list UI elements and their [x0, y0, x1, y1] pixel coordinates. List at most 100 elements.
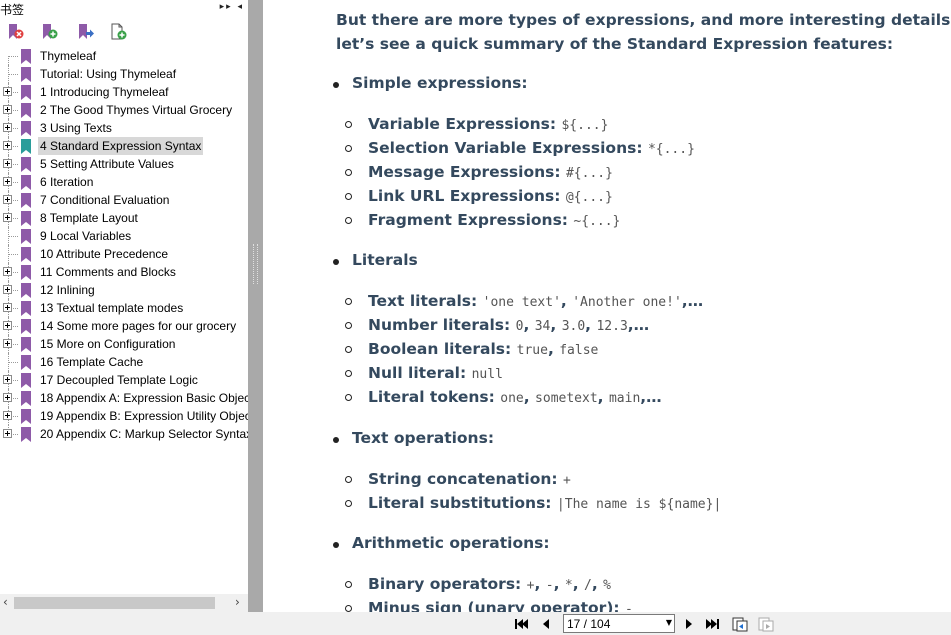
bookmarks-horizontal-scrollbar[interactable]: ‹ › — [0, 594, 248, 612]
expand-icon[interactable] — [3, 159, 12, 168]
next-page-icon[interactable] — [680, 615, 698, 633]
bookmark-icon — [20, 85, 32, 101]
go-forward-view-icon[interactable] — [757, 615, 775, 633]
expand-icon[interactable] — [3, 123, 12, 132]
bookmark-label[interactable]: 2 The Good Thymes Virtual Grocery — [38, 101, 234, 119]
bookmark-item[interactable]: 1 Introducing Thymeleaf — [0, 83, 248, 101]
bookmark-label[interactable]: 18 Appendix A: Expression Basic Objects — [38, 389, 248, 407]
bookmark-label[interactable]: 4 Standard Expression Syntax — [38, 137, 204, 155]
expression-item: Fragment Expressions: ~{...} — [368, 211, 620, 229]
scroll-left-arrow-icon[interactable]: ‹ — [3, 595, 8, 609]
bookmark-item[interactable]: 20 Appendix C: Markup Selector Syntax — [0, 425, 248, 443]
expand-icon[interactable] — [3, 429, 12, 438]
bookmark-label[interactable]: 5 Setting Attribute Values — [38, 155, 176, 173]
expression-item: String concatenation: + — [368, 470, 571, 488]
bookmark-item[interactable]: 2 The Good Thymes Virtual Grocery — [0, 101, 248, 119]
bookmark-label[interactable]: 7 Conditional Evaluation — [38, 191, 171, 209]
bookmark-label[interactable]: 19 Appendix B: Expression Utility Object… — [38, 407, 248, 425]
bookmark-item[interactable]: 8 Template Layout — [0, 209, 248, 227]
bookmark-label[interactable]: 10 Attribute Precedence — [38, 245, 170, 263]
expand-icon[interactable] — [3, 339, 12, 348]
bookmark-item[interactable]: 5 Setting Attribute Values — [0, 155, 248, 173]
code-snippet: 34 — [534, 319, 551, 334]
bookmark-item[interactable]: 10 Attribute Precedence — [0, 245, 248, 263]
expand-icon[interactable] — [3, 303, 12, 312]
chevron-down-icon[interactable]: ▼ — [666, 618, 672, 627]
bookmark-goto-icon[interactable] — [76, 22, 96, 42]
separator-text: , — [597, 388, 609, 406]
bookmark-add-icon[interactable] — [40, 22, 60, 42]
go-back-view-icon[interactable] — [731, 615, 749, 633]
expression-item: Literal tokens: one, sometext, main,… — [368, 388, 662, 406]
bookmark-item[interactable]: Tutorial: Using Thymeleaf — [0, 65, 248, 83]
expand-icon[interactable] — [3, 375, 12, 384]
item-bullet — [345, 217, 352, 224]
expand-icon[interactable] — [3, 285, 12, 294]
bookmark-item[interactable]: 12 Inlining — [0, 281, 248, 299]
last-page-icon[interactable] — [704, 615, 722, 633]
bookmark-label[interactable]: 9 Local Variables — [38, 227, 133, 245]
bookmark-label[interactable]: Tutorial: Using Thymeleaf — [38, 65, 178, 83]
bookmark-item[interactable]: 4 Standard Expression Syntax — [0, 137, 248, 155]
bookmark-label[interactable]: 1 Introducing Thymeleaf — [38, 83, 171, 101]
expression-label: Message Expressions: — [368, 163, 561, 181]
code-snippet: + — [563, 473, 571, 488]
bookmark-item[interactable]: 18 Appendix A: Expression Basic Objects — [0, 389, 248, 407]
bookmark-item[interactable]: 17 Decoupled Template Logic — [0, 371, 248, 389]
code-snippet: sometext — [535, 391, 598, 406]
scroll-right-arrow-icon[interactable]: › — [235, 595, 240, 609]
bookmark-item[interactable]: 14 Some more pages for our grocery — [0, 317, 248, 335]
page-number-field[interactable]: 17 / 104 ▼ — [563, 614, 675, 633]
code-snippet: true — [516, 343, 548, 358]
code-snippet: ${...} — [561, 118, 609, 133]
code-snippet: null — [471, 367, 503, 382]
bookmark-item[interactable]: 11 Comments and Blocks — [0, 263, 248, 281]
expand-icon[interactable] — [3, 411, 12, 420]
bookmark-label[interactable]: 11 Comments and Blocks — [38, 263, 178, 281]
bookmark-label[interactable]: 8 Template Layout — [38, 209, 140, 227]
expression-item: Boolean literals: true, false — [368, 340, 598, 358]
page-add-icon[interactable] — [109, 22, 129, 42]
panel-splitter[interactable] — [248, 0, 263, 612]
expand-icon[interactable] — [3, 195, 12, 204]
expand-icon[interactable] — [3, 105, 12, 114]
bookmark-label[interactable]: 12 Inlining — [38, 281, 97, 299]
bookmark-label[interactable]: 13 Textual template modes — [38, 299, 185, 317]
expression-item: Minus sign (unary operator): - — [368, 599, 633, 612]
first-page-icon[interactable] — [512, 615, 530, 633]
bookmark-label[interactable]: 6 Iteration — [38, 173, 95, 191]
bookmark-item[interactable]: 9 Local Variables — [0, 227, 248, 245]
page-number-value[interactable]: 17 / 104 — [567, 617, 610, 631]
expand-icon[interactable] — [3, 177, 12, 186]
separator-text: , — [560, 292, 573, 310]
bookmark-label[interactable]: 3 Using Texts — [38, 119, 114, 137]
bookmark-label[interactable]: 15 More on Configuration — [38, 335, 177, 353]
bookmark-label[interactable]: 20 Appendix C: Markup Selector Syntax — [38, 425, 248, 443]
code-snippet: |The name is ${name}| — [556, 497, 722, 512]
panel-collapse-controls[interactable]: ▸▸ ◂ — [220, 2, 244, 12]
expand-icon[interactable] — [3, 393, 12, 402]
bookmark-item[interactable]: 3 Using Texts — [0, 119, 248, 137]
expand-icon[interactable] — [3, 213, 12, 222]
expand-icon[interactable] — [3, 321, 12, 330]
bookmark-delete-icon[interactable] — [6, 22, 26, 42]
bookmark-item[interactable]: 13 Textual template modes — [0, 299, 248, 317]
bookmark-label[interactable]: 14 Some more pages for our grocery — [38, 317, 238, 335]
bookmark-item[interactable]: 15 More on Configuration — [0, 335, 248, 353]
bookmark-item[interactable]: Thymeleaf — [0, 47, 248, 65]
bookmark-item[interactable]: 19 Appendix B: Expression Utility Object… — [0, 407, 248, 425]
scrollbar-thumb[interactable] — [14, 597, 215, 609]
bookmark-item[interactable]: 16 Template Cache — [0, 353, 248, 371]
expand-icon[interactable] — [3, 87, 12, 96]
section-title: Literals — [352, 251, 418, 269]
bookmark-label[interactable]: Thymeleaf — [38, 47, 98, 65]
expand-icon[interactable] — [3, 141, 12, 150]
bookmark-icon — [20, 409, 32, 425]
bookmark-item[interactable]: 6 Iteration — [0, 173, 248, 191]
bookmark-label[interactable]: 16 Template Cache — [38, 353, 145, 371]
splitter-grip[interactable] — [253, 244, 258, 284]
bookmark-item[interactable]: 7 Conditional Evaluation — [0, 191, 248, 209]
bookmark-label[interactable]: 17 Decoupled Template Logic — [38, 371, 200, 389]
expand-icon[interactable] — [3, 267, 12, 276]
previous-page-icon[interactable] — [537, 615, 555, 633]
